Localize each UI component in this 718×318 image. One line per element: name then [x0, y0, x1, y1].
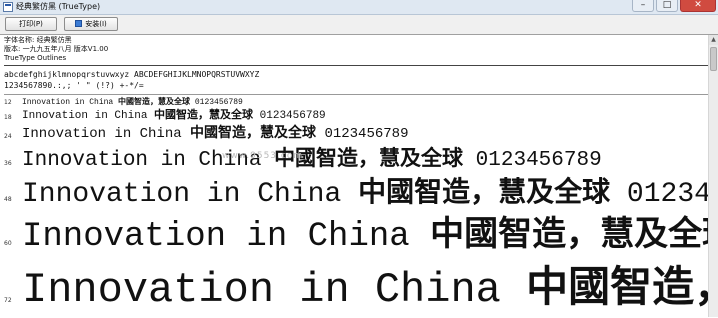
preview-digits: 0123456789	[626, 179, 718, 210]
font-file-icon	[3, 2, 13, 12]
preview-cjk: 中國智造，慧及全球	[358, 175, 611, 208]
title-bar: 经典繁仿黑 (TrueType) – □ ✕	[0, 0, 718, 15]
preview-latin: Innovation in China	[22, 110, 148, 122]
size-label-60: 60	[4, 240, 12, 247]
install-shield-icon	[75, 20, 83, 27]
arrow-up-icon[interactable]: ▲	[709, 35, 718, 45]
toolbar: 打印(P) 安装(I)	[0, 15, 718, 34]
minimize-button[interactable]: –	[632, 0, 654, 12]
charset-letters: abcdefghijklmnopqrstuvwxyz ABCDEFGHIJKLM…	[4, 70, 260, 79]
preview-cjk: 中國智造，慧及全球	[430, 214, 718, 254]
preview-latin: Innovation in China	[22, 126, 182, 142]
preview-latin: Innovation in China	[22, 266, 501, 314]
preview-digits: 0123456789	[194, 98, 243, 107]
charset-divider	[4, 94, 714, 95]
size-label-12: 12	[4, 99, 12, 106]
preview-digits: 0123456789	[259, 110, 326, 122]
preview-line-18: Innovation in China 中國智造，慧及全球 0123456789	[22, 108, 326, 123]
size-label-48: 48	[4, 196, 12, 203]
install-button[interactable]: 安装(I)	[64, 17, 118, 31]
close-button[interactable]: ✕	[680, 0, 716, 12]
install-button-label: 安装(I)	[85, 20, 107, 28]
preview-line-24: Innovation in China 中國智造，慧及全球 0123456789	[22, 124, 408, 143]
size-label-24: 24	[4, 133, 12, 140]
size-label-36: 36	[4, 160, 12, 167]
preview-cjk: 中國智造，慧及全球	[118, 96, 191, 106]
preview-line-12: Innovation in China 中國智造，慧及全球 0123456789	[22, 96, 243, 108]
font-outline-line: TrueType Outlines	[4, 54, 67, 62]
window-controls: – □ ✕	[632, 0, 716, 13]
preview-digits: 0123456789	[475, 149, 602, 172]
watermark: www.9553.com	[222, 151, 304, 161]
preview-line-36: Innovation in China 中國智造，慧及全球 0123456789	[22, 145, 602, 174]
preview-digits: 0123456789	[324, 126, 409, 142]
charset-digits: 1234567890.:,; ' " (!?) +-*/=	[4, 81, 144, 90]
vertical-scrollbar[interactable]: ▲	[708, 35, 718, 317]
font-preview-pane: 字体名称: 经典繁仿黑 版本: 一九九五年八月 版本V1.00 TrueType…	[0, 34, 718, 318]
preview-latin: Innovation in China	[22, 179, 342, 210]
preview-line-72: Innovation in China 中國智造，慧及全球 0123456789	[22, 261, 718, 316]
preview-latin: Innovation in China	[22, 98, 114, 107]
font-version-line: 版本: 一九九五年八月 版本V1.00	[4, 45, 109, 53]
preview-cjk: 中國智造，慧及全球	[154, 108, 254, 121]
scroll-thumb[interactable]	[710, 47, 717, 71]
window-title: 经典繁仿黑 (TrueType)	[16, 2, 101, 11]
size-label-72: 72	[4, 297, 12, 304]
header-divider	[4, 65, 714, 66]
print-button-label: 打印(P)	[19, 20, 43, 28]
size-label-18: 18	[4, 114, 12, 121]
preview-line-60: Innovation in China 中國智造，慧及全球 0123456789	[22, 213, 718, 258]
maximize-button[interactable]: □	[656, 0, 678, 12]
preview-cjk: 中國智造，慧及全球	[526, 262, 718, 311]
font-name-line: 字体名称: 经典繁仿黑	[4, 36, 72, 44]
preview-cjk: 中國智造，慧及全球	[190, 125, 317, 141]
print-button[interactable]: 打印(P)	[5, 17, 57, 31]
preview-line-48: Innovation in China 中國智造，慧及全球 0123456789	[22, 175, 718, 212]
preview-latin: Innovation in China	[22, 218, 410, 256]
